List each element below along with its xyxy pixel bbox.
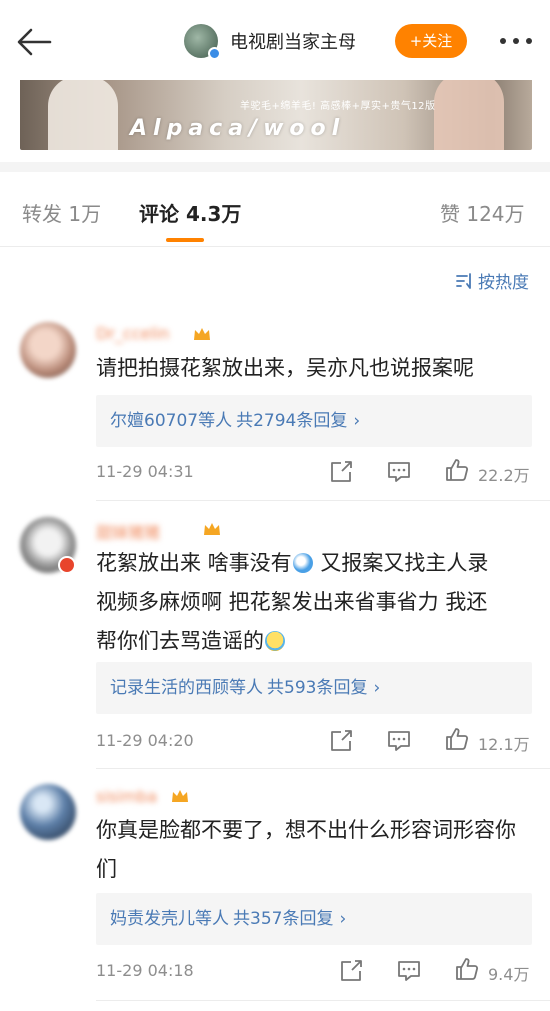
replies-count: 共357条回复 [233, 909, 334, 929]
banner-figure-left [48, 76, 118, 150]
comment-icon[interactable] [396, 958, 422, 984]
comment-time: 11-29 04:18 [96, 961, 194, 980]
avatar[interactable] [20, 784, 76, 840]
tab-likes[interactable]: 赞 124万 [440, 198, 525, 227]
active-tab-indicator [166, 238, 204, 242]
chevron-right-icon: › [373, 678, 381, 698]
like-icon[interactable] [454, 956, 480, 982]
post-image-banner[interactable]: 羊驼毛+绵羊毛! 高感棒+厚实+贵气12版 Alpaca/wool [20, 70, 532, 150]
comment-divider [96, 1000, 550, 1001]
share-icon[interactable] [328, 728, 354, 754]
comment-username[interactable]: sisimba [96, 787, 157, 806]
replies-count: 共593条回复 [267, 678, 368, 698]
section-divider [0, 162, 550, 172]
comment-text-part: 视频多麻烦啊 把花絮发出来省事省力 我还 [96, 590, 488, 614]
comment-divider [96, 768, 550, 769]
banner-subtitle: 羊驼毛+绵羊毛! 高感棒+厚实+贵气12版 [240, 101, 436, 112]
more-dots-icon[interactable] [498, 31, 534, 51]
like-icon[interactable] [444, 457, 470, 483]
like-count: 12.1万 [478, 735, 530, 754]
account-name[interactable]: 电视剧当家主母 [230, 28, 356, 54]
replies-count: 共2794条回复 [236, 411, 348, 431]
crown-icon [172, 790, 188, 802]
comment-text-part: 又报案又找主人录 [313, 551, 489, 575]
comment-replies-link[interactable]: 记录生活的西顾等人 共593条回复 › [96, 662, 532, 714]
back-arrow-icon[interactable] [14, 22, 54, 62]
comment-time: 11-29 04:31 [96, 462, 194, 481]
comment-text: 花絮放出来 啥事没有 又报案又找主人录 视频多麻烦啊 把花絮发出来省事省力 我还… [96, 544, 536, 661]
tab-reposts[interactable]: 转发 1万 [22, 198, 101, 227]
top-bar: 电视剧当家主母 +关注 [0, 0, 550, 80]
comment-time: 11-29 04:20 [96, 731, 194, 750]
comment-text: 请把拍摄花絮放出来，吴亦凡也说报案呢 [96, 356, 474, 380]
crown-icon [194, 328, 210, 340]
sort-label: 按热度 [478, 273, 529, 293]
comment-icon[interactable] [386, 459, 412, 485]
comment-text: 你真是脸都不要了，想不出什么形容词形容你们 [96, 818, 516, 881]
comment-divider [96, 500, 550, 501]
comment-username[interactable]: Dr_ccelin [96, 324, 169, 343]
comment-icon[interactable] [386, 728, 412, 754]
banner-figure-right [434, 72, 504, 150]
replies-who: 尔嬗60707等人 [110, 411, 233, 431]
like-icon[interactable] [444, 726, 470, 752]
tab-comments[interactable]: 评论 4.3万 [139, 198, 241, 227]
avatar[interactable] [20, 322, 76, 378]
banner-english-text: Alpaca/wool [130, 116, 346, 141]
replies-who: 妈责发壳儿等人 [110, 909, 229, 929]
account-avatar[interactable] [184, 24, 221, 60]
share-icon[interactable] [328, 459, 354, 485]
emoji-icon [292, 553, 313, 573]
chevron-right-icon: › [353, 411, 361, 431]
account-header[interactable]: 电视剧当家主母 [184, 22, 356, 60]
like-count: 22.2万 [478, 466, 530, 485]
tabs-divider [0, 246, 550, 247]
chevron-right-icon: › [339, 909, 347, 929]
crown-icon [204, 523, 220, 535]
comment-text-part: 帮你们去骂造谣的 [96, 629, 264, 653]
emoji-icon [265, 631, 285, 651]
sort-by-hot-button[interactable]: 按热度 [455, 268, 529, 293]
comment-replies-link[interactable]: 妈责发壳儿等人 共357条回复 › [96, 893, 532, 945]
sort-icon [456, 272, 471, 289]
comment-replies-link[interactable]: 尔嬗60707等人 共2794条回复 › [96, 395, 532, 447]
replies-who: 记录生活的西顾等人 [110, 678, 263, 698]
like-count: 9.4万 [488, 965, 530, 984]
follow-button[interactable]: +关注 [395, 24, 467, 58]
verified-badge-icon [208, 47, 221, 60]
comment-text-part: 花絮放出来 啥事没有 [96, 551, 292, 575]
member-badge-icon [58, 556, 76, 574]
comment-username[interactable]: 甜妹猪猪 [96, 519, 160, 543]
share-icon[interactable] [338, 958, 364, 984]
